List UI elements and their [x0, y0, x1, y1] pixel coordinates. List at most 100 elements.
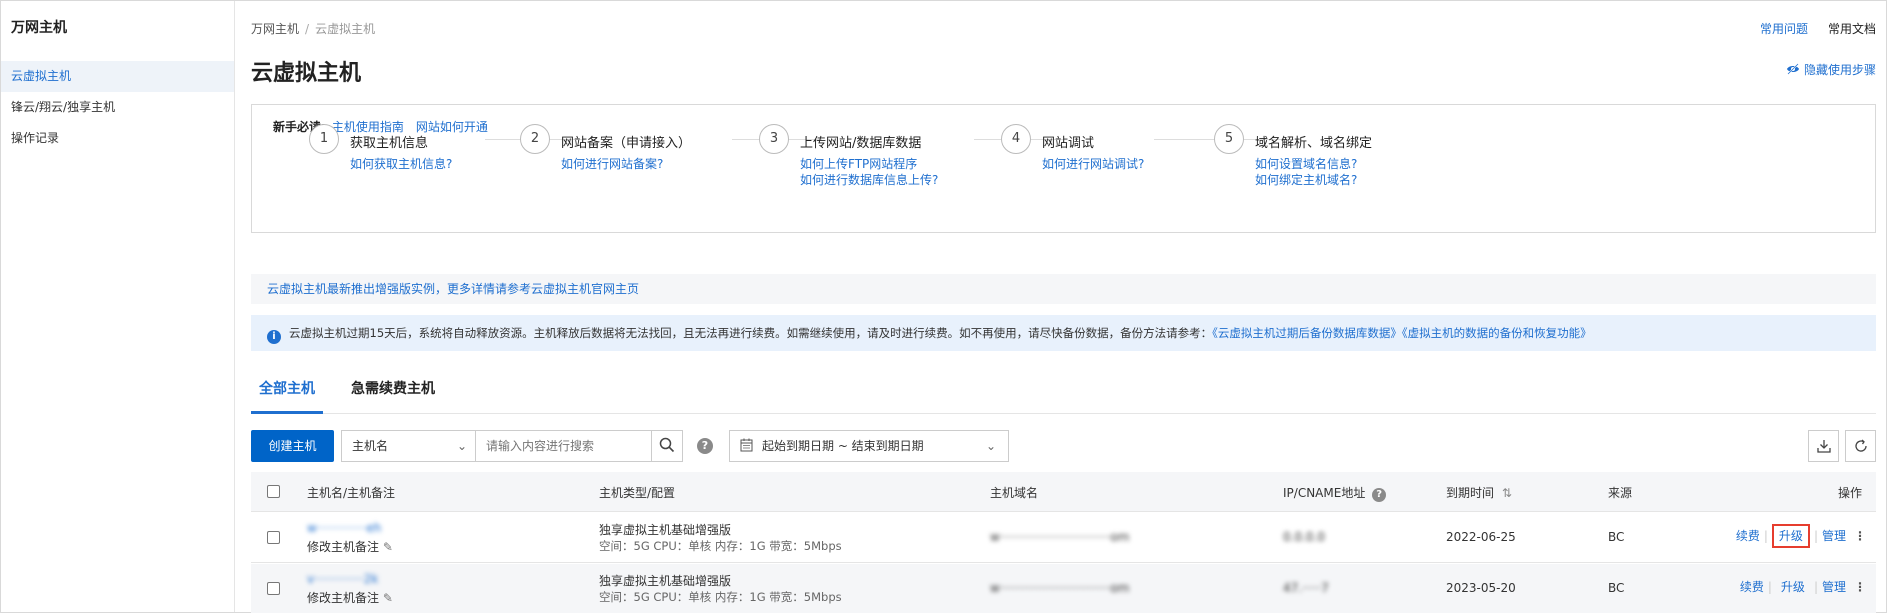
faq-link[interactable]: 常用问题 — [1760, 22, 1808, 36]
edit-note[interactable]: 修改主机备注 ✎ — [307, 538, 393, 555]
column-header-type: 主机类型/配置 — [599, 486, 676, 500]
date-range-value: 起始到期日期 ~ 结束到期日期 — [762, 439, 924, 453]
search-icon — [659, 437, 675, 453]
step-5-number: 5 — [1214, 124, 1244, 154]
row-checkbox[interactable] — [267, 582, 280, 595]
host-type: 独享虚拟主机基础增强版 — [599, 523, 732, 537]
select-all-checkbox[interactable] — [267, 485, 280, 498]
row-actions: 续费 | 升级 | 管理 ⋮ — [1740, 578, 1866, 595]
upgrade-link[interactable]: 升级 — [1771, 524, 1810, 548]
column-header-domain: 主机域名 — [990, 486, 1039, 500]
step-4-link[interactable]: 如何进行网站调试? — [1042, 155, 1144, 172]
sidebar: 万网主机 云虚拟主机 锋云/翔云/独享主机 操作记录 — [1, 1, 235, 612]
notice-text: 云虚拟主机过期15天后，系统将自动释放资源。主机释放后数据将无法找回，且无法再进… — [289, 326, 1213, 340]
chevron-down-icon: ⌄ — [985, 439, 996, 453]
column-header-ops: 操作 — [1837, 486, 1862, 500]
table-row: v·············2k 修改主机备注 ✎ 独享虚拟主机基础增强版 空间… — [251, 564, 1876, 613]
manage-link[interactable]: 管理 — [1822, 529, 1846, 543]
manage-link[interactable]: 管理 — [1822, 580, 1846, 594]
column-header-expire[interactable]: 到期时间 ⇅ — [1446, 484, 1512, 501]
column-header-ip: IP/CNAME地址 ? — [1283, 484, 1387, 502]
calendar-icon — [740, 431, 753, 461]
more-icon[interactable]: ⋮ — [1854, 529, 1866, 543]
host-name-link[interactable]: v·············2k — [307, 572, 378, 586]
breadcrumb-root[interactable]: 万网主机 — [251, 22, 299, 36]
host-ip: 47.·····7 — [1283, 581, 1329, 595]
row-checkbox[interactable] — [267, 531, 280, 544]
step-5-title: 域名解析、域名绑定 — [1255, 136, 1373, 151]
breadcrumb-separator: / — [305, 22, 310, 36]
date-range-picker[interactable]: 起始到期日期 ~ 结束到期日期 ⌄ — [729, 430, 1009, 462]
create-host-button[interactable]: 创建主机 — [251, 430, 334, 462]
getting-started-guide: 新手必读: 主机使用指南 网站如何开通 1 获取主机信息 如何获取主机信息? 2 网… — [251, 104, 1876, 233]
help-icon[interactable]: ? — [1372, 488, 1387, 502]
step-1-number: 1 — [309, 124, 339, 154]
row-actions: 续费 | 升级 | 管理 ⋮ — [1736, 524, 1866, 548]
column-header-ip-label: IP/CNAME地址 — [1283, 486, 1366, 500]
expire-date: 2023-05-20 — [1446, 581, 1516, 595]
app-window: 万网主机 云虚拟主机 锋云/翔云/独享主机 操作记录 万网主机 / 云虚拟主机 常用… — [0, 0, 1887, 613]
source: BC — [1608, 530, 1625, 544]
step-4-number: 4 — [1001, 124, 1031, 154]
host-name-link[interactable]: w·············eh — [307, 521, 381, 535]
search-input[interactable] — [475, 430, 652, 462]
enhanced-edition-banner[interactable]: 云虚拟主机最新推出增强版实例，更多详情请参考云虚拟主机官网主页 — [251, 274, 1876, 304]
page-title: 云虚拟主机 — [251, 61, 362, 86]
step-5-link-bind[interactable]: 如何绑定主机域名? — [1255, 171, 1357, 188]
host-config: 空间：5G CPU：单核 内存：1G 带宽：5Mbps — [599, 590, 842, 604]
tab-renewal-needed[interactable]: 急需续费主机 — [351, 373, 435, 414]
sidebar-title: 万网主机 — [11, 20, 67, 36]
step-5-link-dns[interactable]: 如何设置域名信息? — [1255, 155, 1357, 172]
step-2-link[interactable]: 如何进行网站备案? — [561, 155, 663, 172]
notice-link-db-backup[interactable]: 《云虚拟主机过期后备份数据库数据》 — [1212, 326, 1402, 340]
edit-note[interactable]: 修改主机备注 ✎ — [307, 589, 393, 606]
sort-icon[interactable]: ⇅ — [1502, 486, 1512, 500]
renew-link[interactable]: 续费 — [1736, 529, 1760, 543]
more-icon[interactable]: ⋮ — [1854, 580, 1866, 594]
host-type: 独享虚拟主机基础增强版 — [599, 574, 732, 588]
host-domain: w·····························om — [990, 581, 1130, 595]
edit-note-label: 修改主机备注 — [307, 540, 380, 554]
download-icon — [1816, 440, 1831, 453]
breadcrumb-current: 云虚拟主机 — [315, 22, 376, 36]
docs-link[interactable]: 常用文档 — [1828, 22, 1876, 36]
refresh-button[interactable] — [1845, 430, 1876, 462]
step-1-link[interactable]: 如何获取主机信息? — [350, 155, 452, 172]
hide-steps-button[interactable]: 隐藏使用步骤 — [1786, 61, 1876, 78]
filter-field-select[interactable]: 主机名 ⌄ — [341, 430, 476, 462]
upgrade-link[interactable]: 升级 — [1776, 577, 1810, 597]
tab-all-hosts[interactable]: 全部主机 — [251, 373, 323, 414]
table-row: w·············eh 修改主机备注 ✎ 独享虚拟主机基础增强版 空间… — [251, 513, 1876, 563]
edit-note-label: 修改主机备注 — [307, 591, 380, 605]
host-domain: w·····························om — [990, 530, 1130, 544]
step-3-link-db[interactable]: 如何进行数据库信息上传? — [800, 171, 938, 188]
step-1-title: 获取主机信息 — [350, 136, 429, 151]
pencil-icon: ✎ — [382, 591, 393, 605]
search-button[interactable] — [652, 430, 683, 462]
step-3-number: 3 — [759, 124, 789, 154]
step-3-title: 上传网站/数据库数据 — [800, 136, 922, 151]
source: BC — [1608, 581, 1625, 595]
step-2-title: 网站备案（申请接入） — [561, 136, 692, 151]
breadcrumb: 万网主机 / 云虚拟主机 — [251, 20, 375, 37]
step-3-link-ftp[interactable]: 如何上传FTP网站程序 — [800, 155, 917, 172]
expire-date: 2022-06-25 — [1446, 530, 1516, 544]
main-content: 万网主机 / 云虚拟主机 常用问题 常用文档 云虚拟主机 隐藏使用步骤 新手必读: 主机… — [251, 1, 1876, 613]
download-button[interactable] — [1808, 430, 1839, 462]
eye-off-icon — [1786, 63, 1799, 75]
expiry-notice-banner: i 云虚拟主机过期15天后，系统将自动释放资源。主机释放后数据将无法找回，且无法再… — [251, 315, 1876, 351]
step-2-number: 2 — [520, 124, 550, 154]
sidebar-item-operation-log[interactable]: 操作记录 — [1, 123, 234, 154]
sidebar-item-dedicated-host[interactable]: 锋云/翔云/独享主机 — [1, 92, 234, 123]
filter-field-value: 主机名 — [352, 439, 389, 453]
sidebar-item-cloud-virtual-host[interactable]: 云虚拟主机 — [1, 61, 234, 92]
renew-link[interactable]: 续费 — [1740, 580, 1764, 594]
notice-link-backup-restore[interactable]: 《虚拟主机的数据的备份和恢复功能》 — [1402, 326, 1592, 340]
table-header: 主机名/主机备注 主机类型/配置 主机域名 IP/CNAME地址 ? 到期时间 … — [251, 472, 1876, 512]
help-icon[interactable]: ? — [697, 438, 713, 454]
host-config: 空间：5G CPU：单核 内存：1G 带宽：5Mbps — [599, 539, 842, 553]
info-icon: i — [267, 330, 281, 344]
chevron-down-icon: ⌄ — [456, 439, 467, 453]
host-tabs: 全部主机 急需续费主机 — [251, 373, 1876, 414]
refresh-icon — [1854, 439, 1867, 452]
